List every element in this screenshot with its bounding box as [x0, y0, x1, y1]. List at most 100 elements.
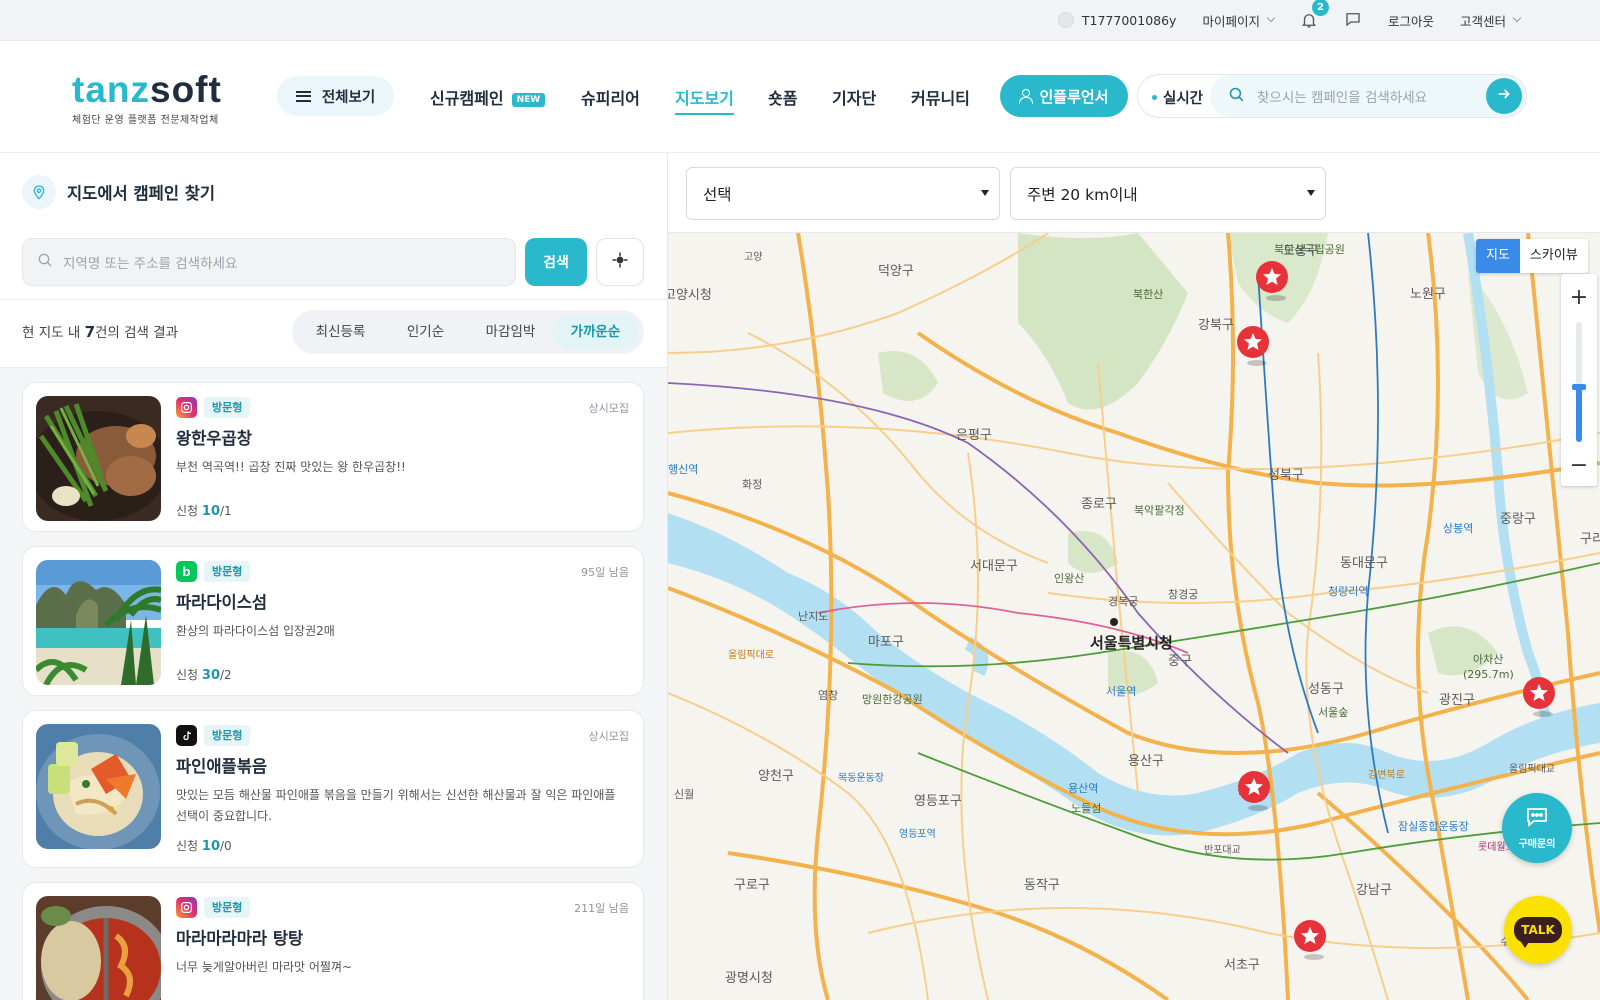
logo-part1: tanz	[72, 69, 150, 110]
radius-select[interactable]: 주변 20 km이내	[1010, 167, 1326, 220]
map-canvas[interactable]: 북한산국립공원 북한산 도봉구 노원구 강북구 고양시청 고양 덕양구 은평구 …	[668, 233, 1600, 1000]
label-hwajeong: 화정	[742, 478, 762, 491]
panel-title-text: 지도에서 캠페인 찾기	[67, 184, 216, 203]
quota-count: /2	[220, 668, 232, 682]
zoom-slider-handle[interactable]	[1572, 384, 1586, 390]
map-type-map[interactable]: 지도	[1476, 239, 1520, 273]
sort-tab-popular[interactable]: 인기순	[383, 315, 468, 349]
campaign-list: 방문형 상시모집 왕한우곱창 부천 역곡역!! 곱창 진짜 맛있는 왕 한우곱창…	[0, 367, 667, 1000]
nav-reporter[interactable]: 기자단	[832, 85, 876, 109]
current-location-button[interactable]	[596, 238, 644, 286]
nav-community[interactable]: 커뮤니티	[911, 85, 970, 109]
label-guro: 구로구	[734, 878, 770, 893]
support-dropdown[interactable]: 고객센터	[1459, 11, 1522, 30]
address-search-input[interactable]: 지역명 또는 주소를 검색하세요	[22, 238, 516, 286]
label-mangwon-park: 망원한강공원	[862, 693, 923, 706]
label-seodaemun: 서대문구	[970, 559, 1018, 574]
logout-link[interactable]: 로그아웃	[1388, 11, 1434, 30]
applied-count: 10	[201, 504, 221, 519]
arrow-right-icon	[1496, 86, 1512, 106]
nav-new-campaign[interactable]: 신규캠페인 NEW	[430, 85, 546, 109]
campaign-card[interactable]: 방문형 상시모집 파인애플볶음 맛있는 모듬 해산물 파인애플 볶음을 만들기 …	[22, 710, 644, 868]
campaign-card[interactable]: 방문형 211일 남음 마라마라마라 탕탕 너무 늦게알아버린 마라맛 어쩔껴~	[22, 882, 644, 1000]
sort-tab-latest[interactable]: 최신등록	[298, 315, 383, 349]
sort-tabs: 최신등록 인기순 마감임박 가까운순	[292, 310, 644, 354]
region-select[interactable]: 선택	[686, 167, 1000, 220]
zoom-out-button[interactable]: −	[1561, 448, 1597, 482]
nav-map[interactable]: 지도보기	[675, 85, 734, 115]
label-seoul-forest: 서울숲	[1318, 706, 1348, 719]
campaign-status: 상시모집	[588, 730, 629, 743]
label-goyang: 고양시청	[668, 288, 712, 303]
mypage-label: 마이페이지	[1202, 13, 1260, 29]
search-submit-button[interactable]	[1486, 78, 1522, 114]
label-achasan: 아차산	[1473, 653, 1503, 666]
label-bukaksan: 북악팔각정	[1134, 504, 1185, 517]
label-yongsan-station: 용산역	[1068, 782, 1098, 795]
label-noryangjin: 노들섬	[1071, 802, 1101, 815]
label-jongno: 종로구	[1081, 497, 1117, 512]
realtime-label: 실시간	[1163, 91, 1204, 107]
label-inwangsan: 인왕산	[1054, 572, 1084, 585]
kakao-talk-button[interactable]: TALK	[1504, 896, 1572, 964]
campaign-apply-count: 신청 10/1	[176, 502, 232, 519]
all-menu-label: 전체보기	[321, 89, 376, 106]
tiktok-icon	[176, 725, 197, 746]
sort-tab-deadline[interactable]: 마감임박	[468, 315, 553, 349]
inquiry-button[interactable]: 구매문의	[1502, 793, 1572, 863]
nav-label: 신규캠페인	[430, 89, 504, 108]
realtime-toggle[interactable]: 실시간	[1152, 87, 1203, 108]
apply-label: 신청	[176, 504, 199, 518]
campaign-title: 마라마라마라 탕탕	[176, 929, 304, 948]
applied-count: 30	[201, 668, 221, 683]
label-olympic-expy: 올림픽대로	[728, 649, 774, 661]
campaign-status: 211일 남음	[574, 902, 629, 915]
chevron-down-icon	[981, 190, 989, 196]
mypage-dropdown[interactable]: 마이페이지	[1202, 11, 1276, 30]
campaign-card[interactable]: 방문형 상시모집 왕한우곱창 부천 역곡역!! 곱창 진짜 맛있는 왕 한우곱창…	[22, 382, 644, 532]
label-gwangmyeong: 광명시청	[725, 971, 773, 986]
all-menu-button[interactable]: 전체보기	[277, 76, 394, 116]
result-suffix: 건의 검색 결과	[95, 325, 179, 341]
campaign-type-badge: 방문형	[204, 725, 251, 746]
logo[interactable]: tanzsoft 체험단 운영 플랫폼 전문제작업체	[72, 69, 222, 127]
nav-superior[interactable]: 슈피리어	[581, 85, 640, 109]
label-gangnam: 강남구	[1356, 883, 1392, 898]
campaign-type-badge: 방문형	[204, 397, 251, 418]
apply-label: 신청	[176, 668, 199, 682]
user-id[interactable]: T1777001086y	[1057, 12, 1176, 28]
campaign-description: 너무 늦게알아버린 마라맛 어쩔껴~	[176, 960, 353, 974]
search-icon	[1228, 86, 1245, 107]
campaign-search-input[interactable]: 찾으시는 캠페인을 검색하세요	[1210, 75, 1526, 117]
label-seoul-cityhall: 서울특별시청	[1090, 634, 1173, 652]
region-select-value: 선택	[703, 185, 732, 204]
zoom-slider[interactable]	[1572, 322, 1586, 442]
campaign-card[interactable]: b 방문형 95일 남음 파라다이스섬 환상의 파라다이스섬 입장권2매 신청 …	[22, 546, 644, 696]
label-goyang-ic: 고양	[744, 251, 762, 263]
label-nowon: 노원구	[1410, 287, 1446, 302]
sort-tab-nearest[interactable]: 가까운순	[553, 315, 638, 349]
campaign-apply-count: 신청 10/0	[176, 837, 232, 854]
chat-icon	[1344, 10, 1362, 31]
influencer-button[interactable]: 인플루언서	[1000, 75, 1128, 117]
kakao-talk-icon: TALK	[1514, 917, 1562, 948]
zoom-in-button[interactable]: +	[1561, 280, 1597, 314]
support-label: 고객센터	[1459, 13, 1506, 29]
nav-shortform[interactable]: 숏폼	[768, 85, 797, 109]
notification-badge: 2	[1311, 0, 1329, 16]
map-panel: 선택 주변 20 km이내 북한산국립공원 북한산 도봉구 노원구 강북구 고양…	[668, 153, 1600, 1000]
label-seongbuk: 성북구	[1268, 468, 1304, 483]
label-banpo: 반포대교	[1204, 844, 1241, 856]
notification-button[interactable]: 2	[1300, 0, 1329, 29]
label-yeongdeungpo: 영등포구	[914, 794, 962, 809]
label-seocho: 서초구	[1224, 958, 1260, 973]
address-search-button[interactable]: 검색	[525, 238, 587, 286]
map-type-skyview[interactable]: 스카이뷰	[1520, 239, 1588, 273]
chevron-down-icon	[1307, 190, 1315, 196]
realtime-dot-icon	[1152, 95, 1157, 100]
campaign-title: 파라다이스섬	[176, 593, 268, 612]
campaign-description: 부천 역곡역!! 곱창 진짜 맛있는 왕 한우곱창!!	[176, 460, 406, 474]
campaign-description: 맛있는 모듬 해산물 파인애플 볶음을 만들기 위해서는 신선한 해산물과 잘 …	[176, 788, 616, 823]
address-placeholder: 지역명 또는 주소를 검색하세요	[63, 256, 238, 272]
message-button[interactable]	[1344, 10, 1362, 31]
